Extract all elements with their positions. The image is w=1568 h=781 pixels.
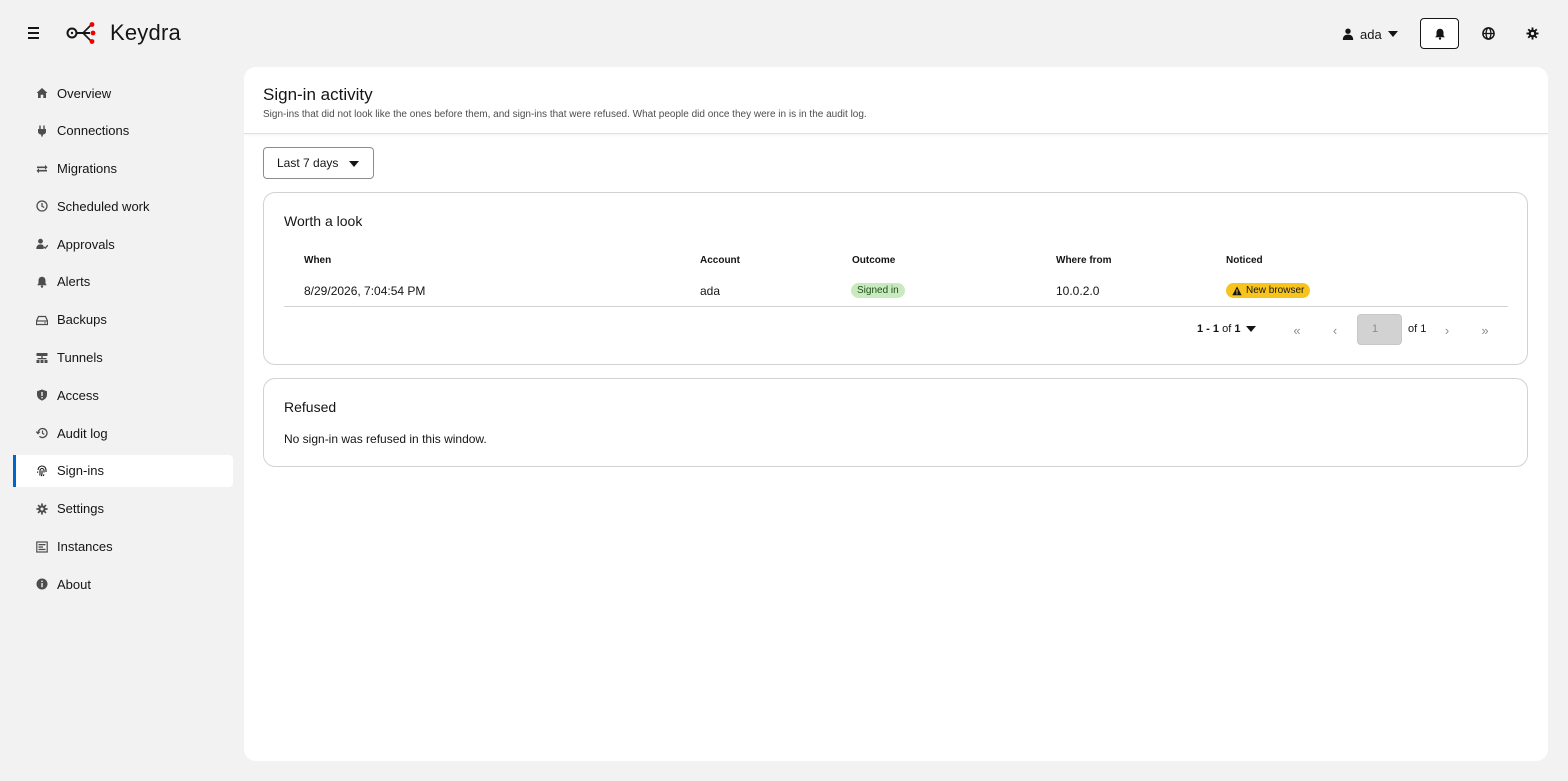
sidebar-item-label: Alerts <box>57 274 91 290</box>
prev-page-button[interactable]: ‹ <box>1326 322 1344 338</box>
notifications-button[interactable] <box>1420 18 1459 49</box>
user-menu[interactable]: ada <box>1342 22 1398 46</box>
column-header-noticed[interactable]: Noticed <box>1226 255 1263 266</box>
drive-icon <box>36 314 48 326</box>
home-icon <box>36 87 48 99</box>
network-icon <box>36 352 48 364</box>
noticed-badge: New browser <box>1226 283 1311 298</box>
chevron-down-icon <box>1387 31 1398 37</box>
sidebar-item-label: Tunnels <box>57 350 103 366</box>
card-title: Refused <box>284 399 337 415</box>
history-icon <box>36 427 48 439</box>
sidebar-item-label: Connections <box>57 123 130 139</box>
per-page-toggle[interactable]: 1 - 1 of 1 <box>1197 323 1257 335</box>
page-title: Sign-in activity <box>263 85 373 104</box>
cell-when: 8/29/2026, 7:04:54 PM <box>304 284 426 298</box>
pagination-total: 1 <box>1234 323 1241 335</box>
chevron-down-icon <box>349 161 359 167</box>
column-header-outcome[interactable]: Outcome <box>852 255 895 266</box>
clock-icon <box>36 200 48 213</box>
sidebar-item-audit-log[interactable]: Audit log <box>13 417 233 449</box>
app-name: Keydra <box>110 20 181 45</box>
sidebar-item-alerts[interactable]: Alerts <box>13 266 233 298</box>
sidebar-item-label: Audit log <box>57 425 108 441</box>
cell-account: ada <box>700 284 721 298</box>
page-header: Sign-in activity Sign-ins that did not l… <box>244 67 1548 134</box>
column-header-account[interactable]: Account <box>700 255 740 266</box>
last-page-button[interactable]: » <box>1476 322 1494 338</box>
sidebar-item-tunnels[interactable]: Tunnels <box>13 342 233 374</box>
sidebar-item-label: Overview <box>57 85 112 101</box>
sidebar-item-settings[interactable]: Settings <box>13 493 233 525</box>
bell-icon <box>36 276 48 288</box>
page-subtitle: Sign-ins that did not look like the ones… <box>263 109 867 120</box>
table-row[interactable]: 8/29/2026, 7:04:54 PM ada Signed in 10.0… <box>284 281 1508 307</box>
time-range-value: Last 7 days <box>277 156 339 170</box>
sidebar-item-migrations[interactable]: Migrations <box>13 153 233 185</box>
globe-icon <box>1481 26 1495 40</box>
user-icon <box>1342 28 1354 40</box>
column-header-where-from[interactable]: Where from <box>1056 255 1112 266</box>
sidebar-item-label: About <box>57 576 91 592</box>
status-badge: Signed in <box>851 283 905 298</box>
arrows-exchange-icon <box>36 163 48 175</box>
sidebar-nav: Overview Connections Migrations Schedule… <box>0 77 244 606</box>
sidebar-item-label: Sign-ins <box>57 463 104 479</box>
noticed-text: New browser <box>1246 285 1305 296</box>
sidebar-item-label: Access <box>57 387 99 403</box>
sidebar-item-overview[interactable]: Overview <box>13 77 233 109</box>
user-name: ada <box>1360 26 1382 42</box>
sidebar-item-label: Approvals <box>57 236 115 252</box>
card-title: Worth a look <box>284 213 363 229</box>
hamburger-icon[interactable] <box>28 24 44 42</box>
warning-icon <box>1232 286 1242 295</box>
sidebar-item-connections[interactable]: Connections <box>13 115 233 147</box>
app-logo[interactable]: Keydra <box>66 19 181 47</box>
sidebar-item-label: Settings <box>57 501 104 517</box>
worth-a-look-card: Worth a look When Account Outcome Where … <box>263 192 1528 365</box>
page-count: of 1 <box>1408 323 1427 335</box>
empty-state-text: No sign-in was refused in this window. <box>284 432 487 446</box>
main-panel: Sign-in activity Sign-ins that did not l… <box>244 67 1548 761</box>
time-range-select[interactable]: Last 7 days <box>263 147 374 179</box>
keydra-logo <box>66 22 96 44</box>
next-page-button[interactable]: › <box>1438 322 1456 338</box>
sidebar-item-label: Instances <box>57 539 113 555</box>
plug-icon <box>36 125 48 137</box>
sidebar-item-about[interactable]: About <box>13 568 233 600</box>
sidebar-item-access[interactable]: Access <box>13 379 233 411</box>
column-header-when[interactable]: When <box>304 255 331 266</box>
gear-icon <box>36 503 48 515</box>
sidebar-item-label: Scheduled work <box>57 198 150 214</box>
gear-icon <box>1525 26 1539 40</box>
sidebar-item-scheduled-work[interactable]: Scheduled work <box>13 190 233 222</box>
bell-icon <box>1434 28 1445 40</box>
server-icon <box>36 540 48 553</box>
refused-card: Refused No sign-in was refused in this w… <box>263 378 1528 467</box>
cell-where-from: 10.0.2.0 <box>1056 284 1100 298</box>
user-check-icon <box>36 238 48 250</box>
sidebar-item-instances[interactable]: Instances <box>13 531 233 563</box>
chevron-down-icon <box>1246 326 1257 332</box>
sidebar-item-approvals[interactable]: Approvals <box>13 228 233 260</box>
pagination: 1 - 1 of 1 « ‹ 1 of 1 › » <box>264 314 1527 346</box>
sidebar-item-label: Backups <box>57 312 107 328</box>
pagination-of: of <box>1222 323 1232 335</box>
top-header: Keydra ada <box>0 0 1568 67</box>
sidebar-item-backups[interactable]: Backups <box>13 304 233 336</box>
sidebar-item-label: Migrations <box>57 161 117 177</box>
sidebar-item-sign-ins[interactable]: Sign-ins <box>13 454 233 487</box>
shield-icon <box>36 389 48 401</box>
first-page-button[interactable]: « <box>1288 322 1306 338</box>
page-number-input[interactable]: 1 <box>1357 314 1402 345</box>
info-icon <box>36 578 48 590</box>
settings-button[interactable] <box>1523 24 1541 42</box>
fingerprint-icon <box>36 465 48 477</box>
pagination-range: 1 - 1 <box>1197 323 1220 335</box>
language-button[interactable] <box>1479 24 1497 42</box>
